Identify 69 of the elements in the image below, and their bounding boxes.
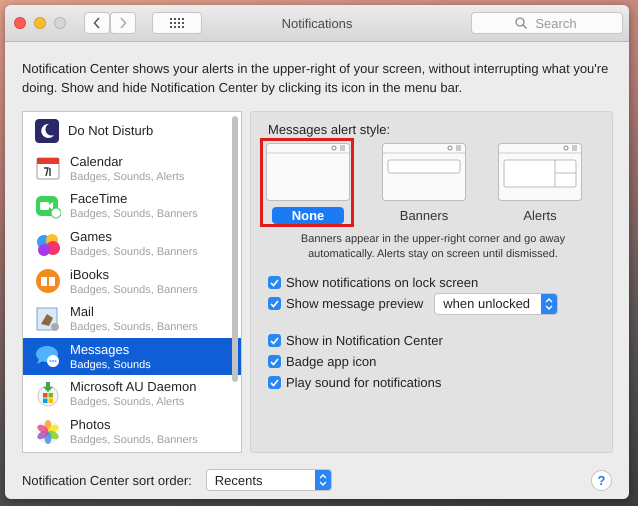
app-name: Microsoft AU Daemon: [70, 379, 196, 394]
checkbox[interactable]: [268, 276, 281, 289]
app-list-item[interactable]: Microsoft AU Daemon Badges, Sounds, Alerts: [23, 375, 241, 413]
checkbox[interactable]: [268, 355, 281, 368]
checkbox[interactable]: [268, 376, 281, 389]
search-field[interactable]: Search: [471, 12, 623, 34]
search-icon: [515, 17, 527, 29]
sort-order-label: Notification Center sort order:: [22, 472, 192, 488]
checkbox-label[interactable]: Badge app icon: [286, 354, 376, 369]
flower-icon: [35, 418, 61, 445]
app-alert-summary: Badges, Sounds, Banners: [70, 208, 198, 220]
app-alert-summary: Badges, Sounds, Alerts: [70, 396, 186, 408]
help-button[interactable]: ?: [591, 470, 612, 490]
app-list-item[interactable]: FaceTime Badges, Sounds, Banners: [23, 187, 241, 225]
calendar-icon: [35, 155, 61, 182]
speech-bubble-icon: [35, 343, 61, 370]
banner-style-preview[interactable]: [382, 143, 466, 201]
app-alert-summary: Badges, Sounds, Banners: [70, 434, 198, 446]
up-down-arrows-icon: [314, 470, 331, 490]
back-icon: [93, 17, 101, 29]
preview-dropdown[interactable]: when unlocked: [434, 292, 558, 314]
sort-order-dropdown[interactable]: Recents: [206, 469, 332, 491]
app-name: Calendar: [70, 154, 124, 169]
app-alert-summary: Badges, Sounds, Banners: [70, 321, 198, 334]
alert-style-note: Banners appear in the upper-right corner and go away automatically. Alerts stay on screen until dismissed.: [300, 232, 566, 262]
app-list-item[interactable]: Messages Badges, Sounds: [23, 338, 241, 376]
app-list-item[interactable]: Games Badges, Sounds, Banners: [23, 224, 241, 262]
back-button[interactable]: [84, 12, 110, 34]
show-all-button[interactable]: [152, 12, 202, 34]
none-style-preview[interactable]: [266, 143, 350, 201]
download-icon: [35, 380, 61, 407]
checkbox-label[interactable]: Show notifications on lock screen: [286, 275, 478, 290]
alert-style-option[interactable]: Alerts: [504, 207, 576, 224]
app-list-item[interactable]: iBooks Badges, Sounds, Banners: [23, 262, 241, 300]
book-icon: [35, 268, 61, 294]
app-list-item[interactable]: Mail Badges, Sounds, Banners: [23, 300, 241, 338]
app-name: FaceTime: [70, 191, 128, 206]
window-title: Notifications: [282, 16, 352, 31]
app-list-item[interactable]: Calendar Badges, Sounds, Alerts: [23, 150, 241, 188]
up-down-arrows-icon: [541, 294, 558, 314]
moon-icon: [35, 118, 59, 143]
checkbox[interactable]: [268, 297, 281, 310]
alert-style-preview[interactable]: [498, 143, 582, 201]
scrollbar[interactable]: [232, 116, 238, 382]
stamp-icon: [35, 306, 61, 332]
app-list-item[interactable]: Do Not Disturb: [23, 112, 241, 150]
alert-style-option[interactable]: None: [272, 207, 344, 224]
grid-icon: [170, 18, 184, 28]
minimize-button[interactable]: [34, 17, 46, 29]
app-alert-summary: Badges, Sounds, Banners: [70, 246, 198, 258]
app-name: Photos: [70, 417, 112, 432]
forward-icon: [119, 17, 127, 29]
app-name: iBooks: [70, 266, 110, 282]
checkbox-label[interactable]: Play sound for notifications: [286, 375, 442, 390]
alert-style-option[interactable]: Banners: [388, 207, 460, 224]
app-list-item[interactable]: Photos Badges, Sounds, Banners: [23, 412, 241, 450]
checkbox-label[interactable]: Show message preview: [286, 296, 424, 311]
app-name: Mail: [70, 304, 95, 320]
app-name: Messages: [70, 342, 130, 357]
alert-style-label: Messages alert style:: [268, 122, 392, 137]
checkbox[interactable]: [268, 334, 281, 347]
app-alert-summary: Badges, Sounds, Alerts: [70, 170, 184, 183]
description-text: Notification Center shows your alerts in the upper-right of your screen, without interrupting what you're doing. Show and hide Notification Center by clicking its icon in the menu bar.: [22, 60, 610, 97]
app-name: Do Not Disturb: [68, 123, 154, 138]
close-button[interactable]: [14, 17, 26, 29]
app-alert-summary: Badges, Sounds: [70, 358, 151, 371]
checkbox-label[interactable]: Show in Notification Center: [286, 333, 443, 348]
app-name: Games: [70, 229, 113, 244]
app-alert-summary: Badges, Sounds, Banners: [70, 284, 198, 296]
